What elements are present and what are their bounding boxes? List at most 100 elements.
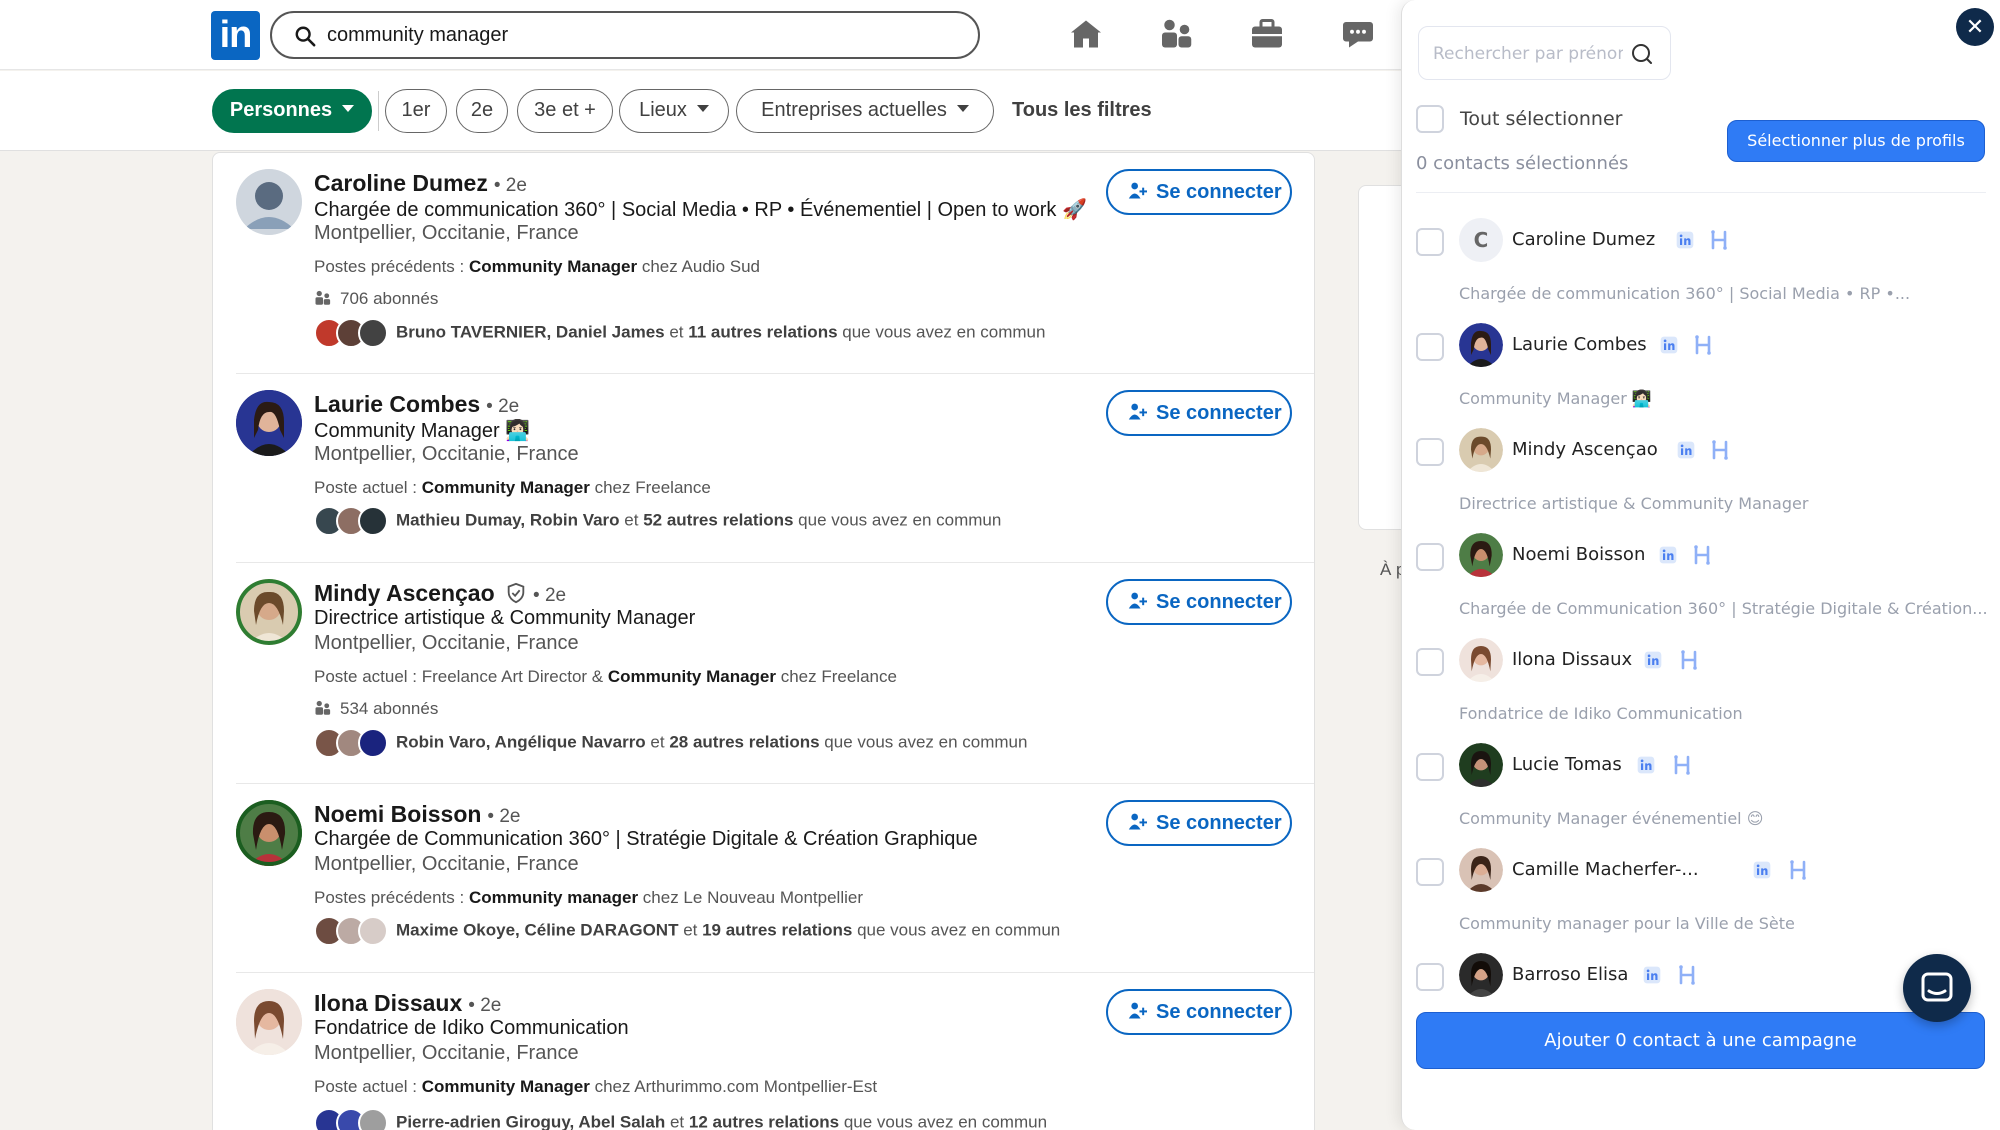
select-more-profiles-button[interactable]: Sélectionner plus de profils (1727, 120, 1985, 162)
contact-avatar (1459, 848, 1503, 892)
avatar[interactable] (236, 800, 302, 866)
hubspot-icon[interactable] (1690, 543, 1714, 567)
selected-count: 0 contacts sélectionnés (1416, 153, 1629, 174)
all-filters-button[interactable]: Tous les filtres (1012, 99, 1152, 122)
result-card: Ilona Dissaux • 2e Fondatrice de Idiko Co… (236, 973, 1314, 1130)
mutual-others: 19 autres relations (702, 920, 853, 940)
avatar[interactable] (236, 390, 302, 456)
contact-checkbox[interactable] (1416, 543, 1444, 571)
contact-name: Laurie Combes (1512, 334, 1647, 355)
hubspot-icon[interactable] (1670, 753, 1694, 777)
result-name-link[interactable]: Mindy Ascençao (314, 580, 495, 606)
filter-1st-degree[interactable]: 1er (385, 89, 447, 133)
linkedin-icon[interactable] (1643, 650, 1663, 670)
contact-checkbox[interactable] (1416, 333, 1444, 361)
linkedin-icon[interactable] (1659, 335, 1679, 355)
linkedin-icon[interactable] (1675, 230, 1695, 250)
result-card: Laurie Combes • 2e Community Manager 👩🏻‍💻… (236, 374, 1314, 563)
close-panel-button[interactable]: ✕ (1956, 8, 1994, 46)
add-person-icon (1128, 1002, 1147, 1019)
linkedin-logo[interactable]: in (211, 11, 260, 60)
positions-title: Community Manager (421, 1077, 590, 1096)
result-headline: Directrice artistique & Community Manage… (314, 607, 696, 629)
avatar[interactable] (236, 169, 302, 235)
result-location: Montpellier, Occitanie, France (314, 443, 579, 465)
linkedin-icon[interactable] (1676, 440, 1696, 460)
select-all-label[interactable]: Tout sélectionner (1460, 108, 1622, 130)
contact-row: Camille Macher­fer-... Community manager… (1402, 848, 2000, 948)
mutual-connections[interactable]: Bruno TAVERNIER, Daniel James et 11 autr… (314, 318, 1045, 348)
panel-search-box[interactable] (1418, 26, 1671, 80)
contact-checkbox[interactable] (1416, 648, 1444, 676)
mutual-names: Maxime Okoye, Céline DARAGONT (396, 920, 679, 940)
filter-2nd-degree[interactable]: 2e (456, 89, 508, 133)
add-person-icon (1128, 182, 1147, 199)
result-followers: 706 abonnés (314, 289, 438, 309)
filter-people-dropdown[interactable]: Personnes (212, 89, 372, 133)
contact-avatar (1459, 533, 1503, 577)
result-name-link[interactable]: Caroline Dumez (314, 170, 488, 196)
home-icon[interactable] (1068, 16, 1104, 52)
contact-row: Noemi Boisson Chargée de Communication 3… (1402, 533, 2000, 633)
connect-button[interactable]: Se connecter (1106, 800, 1292, 846)
messaging-icon[interactable] (1340, 16, 1376, 52)
contact-checkbox[interactable] (1416, 438, 1444, 466)
contact-headline: Community Manager événementiel 😊 (1459, 809, 1764, 828)
select-all-checkbox[interactable] (1416, 105, 1444, 133)
panel-search-input[interactable] (1433, 41, 1623, 67)
avatar[interactable] (236, 989, 302, 1055)
mutual-and: et (645, 732, 670, 752)
mutual-and: et (619, 510, 644, 530)
mutual-connections[interactable]: Pierre-adrien Giroguy, Abel Salah et 12 … (314, 1108, 1047, 1130)
contact-checkbox[interactable] (1416, 228, 1444, 256)
linkedin-icon[interactable] (1642, 965, 1662, 985)
connect-button[interactable]: Se connecter (1106, 390, 1292, 436)
briefcase-icon[interactable] (1249, 16, 1285, 52)
connect-button[interactable]: Se connecter (1106, 989, 1292, 1035)
search-results-list: Caroline Dumez • 2e Chargée de communicat… (212, 152, 1315, 1130)
linkedin-icon[interactable] (1636, 755, 1656, 775)
contact-checkbox[interactable] (1416, 858, 1444, 886)
result-name-link[interactable]: Noemi Boisson (314, 801, 481, 827)
filter-3rd-degree[interactable]: 3e et + (517, 89, 613, 133)
linkedin-icon[interactable] (1658, 545, 1678, 565)
contact-name: Barroso Elisa (1512, 964, 1629, 985)
contact-name: Caroline Dumez (1512, 229, 1656, 250)
hubspot-icon[interactable] (1786, 858, 1810, 882)
positions-company: chez Freelance (776, 667, 897, 686)
contact-avatar (1459, 428, 1503, 472)
connection-degree: • 2e (487, 806, 521, 827)
avatar[interactable] (236, 579, 302, 645)
connect-button[interactable]: Se connecter (1106, 579, 1292, 625)
hubspot-icon[interactable] (1691, 333, 1715, 357)
hubspot-icon[interactable] (1707, 228, 1731, 252)
my-network-icon[interactable] (1159, 16, 1195, 52)
hubspot-icon[interactable] (1708, 438, 1732, 462)
connect-button[interactable]: Se connecter (1106, 169, 1292, 215)
mutual-connections[interactable]: Robin Varo, Angélique Navarro et 28 autr… (314, 728, 1027, 758)
filter-current-companies-dropdown[interactable]: Entreprises actuelles (736, 89, 994, 133)
filter-companies-label: Entreprises actuelles (761, 99, 947, 121)
search-input[interactable] (327, 21, 927, 49)
contact-checkbox[interactable] (1416, 963, 1444, 991)
filter-locations-dropdown[interactable]: Lieux (619, 89, 729, 133)
hubspot-icon[interactable] (1675, 963, 1699, 987)
mutual-avatar (358, 506, 388, 536)
linkedin-icon[interactable] (1752, 860, 1772, 880)
add-to-campaign-button[interactable]: Ajouter 0 contact à une campagne (1416, 1012, 1985, 1069)
result-followers: 534 abonnés (314, 699, 438, 719)
mutual-connections[interactable]: Maxime Okoye, Céline DARAGONT et 19 autr… (314, 916, 1060, 946)
followers-icon (315, 290, 331, 305)
mutual-names: Pierre-adrien Giroguy, Abel Salah (396, 1112, 666, 1130)
mutual-avatars (314, 318, 394, 348)
positions-title: Community Manager (607, 667, 776, 686)
mutual-connections[interactable]: Mathieu Dumay, Robin Varo et 52 autres r… (314, 506, 1001, 536)
global-search-box[interactable] (270, 11, 980, 59)
hubspot-icon[interactable] (1677, 648, 1701, 672)
chat-launcher-button[interactable] (1903, 954, 1971, 1022)
mutual-others: 11 autres relations (688, 322, 838, 342)
result-name-link[interactable]: Laurie Combes (314, 391, 480, 417)
contact-checkbox[interactable] (1416, 753, 1444, 781)
verified-shield-icon (507, 582, 525, 604)
result-name-link[interactable]: Ilona Dissaux (314, 990, 462, 1016)
